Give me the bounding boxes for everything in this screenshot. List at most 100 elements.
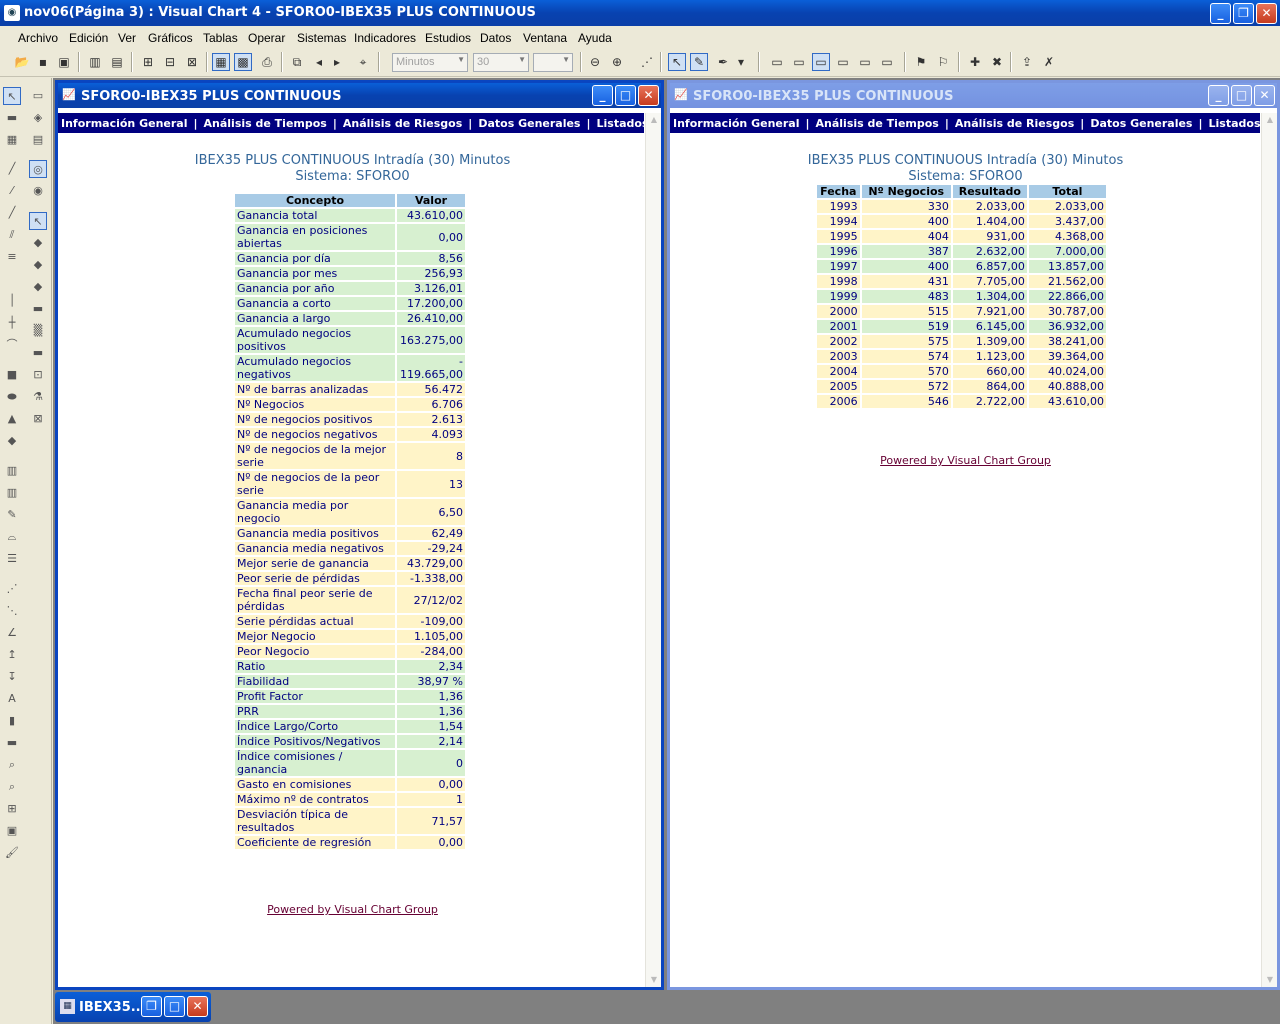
visual-chart-app-icon[interactable]: ◉ (4, 5, 20, 21)
save-icon[interactable]: ▪ (34, 53, 52, 71)
chevron-down-icon[interactable]: ▾ (732, 53, 750, 71)
nav-datos-generales[interactable]: Datos Generales (1090, 117, 1192, 130)
text-tool-icon[interactable]: A (3, 690, 21, 708)
bar-shape-icon[interactable]: ▮ (3, 712, 21, 730)
diamond-third-icon[interactable]: ◆ (29, 278, 47, 296)
child-maximize-button[interactable]: □ (615, 85, 636, 106)
save-all-icon[interactable]: ▣ (55, 53, 73, 71)
app-titlebar[interactable]: ◉ nov06(Página 3) : Visual Chart 4 - SFO… (0, 0, 1280, 26)
zoom-fit-icon[interactable]: ⊞ (3, 800, 21, 818)
zoom-in-icon[interactable]: ⊕ (608, 53, 626, 71)
angle-icon[interactable]: ∠ (3, 624, 21, 642)
scroll-down-arrow-icon[interactable]: ▼ (647, 973, 661, 987)
system-remove-icon[interactable]: ⚐ (934, 53, 952, 71)
nav-analisis-riesgos[interactable]: Análisis de Riesgos (343, 117, 462, 130)
close-button[interactable]: ✕ (1256, 3, 1277, 24)
crosshair-icon[interactable]: ⌖ (354, 53, 372, 71)
diamond-alt-icon[interactable]: ◆ (29, 256, 47, 274)
interval-combo[interactable]: Minutos ▼ (392, 53, 468, 72)
magnet-icon[interactable]: ◎ (29, 160, 47, 178)
report-window-right-titlebar[interactable]: 📈 SFORO0-IBEX35 PLUS CONTINUOUS _ □ ✕ (670, 83, 1277, 108)
minimized-maximize-button[interactable]: □ (164, 996, 185, 1017)
arrow-down-icon[interactable]: ↧ (3, 668, 21, 686)
window-layout-2-icon[interactable]: ▭ (790, 53, 808, 71)
channel-icon[interactable]: ⫽ (3, 226, 21, 244)
scroll-left-icon[interactable]: ◂ (310, 53, 328, 71)
eraser-icon[interactable]: ▬ (3, 109, 21, 127)
child-minimize-button[interactable]: _ (592, 85, 613, 106)
nav-analisis-riesgos[interactable]: Análisis de Riesgos (955, 117, 1074, 130)
arrow-up-icon[interactable]: ↥ (3, 646, 21, 664)
window-layout-6-icon[interactable]: ▭ (878, 53, 896, 71)
menu-datos[interactable]: Datos (480, 31, 511, 45)
menu-ventana[interactable]: Ventana (523, 31, 567, 45)
grid-tool-alt-icon[interactable]: ▩ (234, 53, 252, 71)
menu-archivo[interactable]: Archivo (18, 31, 58, 45)
bar-chart-icon[interactable]: ▥ (86, 53, 104, 71)
period-combo[interactable]: 30 ▼ (473, 53, 529, 72)
brush-icon[interactable]: 🖌 (3, 844, 21, 862)
nav-informacion-general[interactable]: Información General (61, 117, 187, 130)
rectangle-shape-icon[interactable]: ▬ (3, 734, 21, 752)
columns-alt-icon[interactable]: ▥ (3, 484, 21, 502)
ellipse-icon[interactable]: ⬬ (3, 388, 21, 406)
pencil-chart-icon[interactable]: ✎ (3, 506, 21, 524)
fan-icon[interactable]: ⋱ (3, 602, 21, 620)
select-arrow-icon[interactable]: ↖ (3, 87, 21, 105)
vertical-scrollbar[interactable]: ▲ ▼ (645, 113, 661, 987)
chart-line-icon[interactable]: ⋰ (638, 53, 656, 71)
nav-datos-generales[interactable]: Datos Generales (478, 117, 580, 130)
eye-icon[interactable]: ◉ (29, 182, 47, 200)
table-icon[interactable]: ▤ (29, 131, 47, 149)
child-minimize-button[interactable]: _ (1208, 85, 1229, 106)
ray-icon[interactable]: ⁄ (3, 182, 21, 200)
menu-graficos[interactable]: Gráficos (148, 31, 193, 45)
indicator-add-icon[interactable]: ✚ (966, 53, 984, 71)
menu-indicadores[interactable]: Indicadores (354, 31, 416, 45)
folder-study-icon[interactable]: ⊠ (183, 53, 201, 71)
pointer-tool-icon[interactable]: ↖ (668, 53, 686, 71)
vertical-line-icon[interactable]: │ (3, 292, 21, 310)
segment-icon[interactable]: ╱ (3, 204, 21, 222)
curve-icon[interactable]: ⌒ (3, 336, 21, 354)
flask-icon[interactable]: ⚗ (29, 388, 47, 406)
folder-chart-icon[interactable]: ⊞ (139, 53, 157, 71)
print-icon[interactable]: ⎙ (258, 53, 276, 71)
menu-edicion[interactable]: Edición (69, 31, 108, 45)
window-layout-4-icon[interactable]: ▭ (834, 53, 852, 71)
menu-ver[interactable]: Ver (118, 31, 136, 45)
close-box-icon[interactable]: ⊠ (29, 410, 47, 428)
window-layout-1-icon[interactable]: ▭ (768, 53, 786, 71)
delete-icon[interactable]: ✗ (1040, 53, 1058, 71)
report-window-left-titlebar[interactable]: 📈 SFORO0-IBEX35 PLUS CONTINUOUS _ □ ✕ (58, 83, 661, 108)
pen-icon[interactable]: ✒ (714, 53, 732, 71)
restore-button[interactable]: ❐ (1233, 3, 1254, 24)
cross-icon[interactable]: ┼ (3, 314, 21, 332)
menu-tablas[interactable]: Tablas (203, 31, 238, 45)
folder-system-icon[interactable]: ⊟ (161, 53, 179, 71)
powered-by-link[interactable]: Powered by Visual Chart Group (670, 454, 1261, 467)
layers-icon[interactable]: ◈ (29, 109, 47, 127)
rectangle-dark-icon[interactable]: ▬ (29, 344, 47, 362)
diamond-icon[interactable]: ◆ (29, 234, 47, 252)
menu-ayuda[interactable]: Ayuda (578, 31, 612, 45)
triangle-icon[interactable]: ▲ (3, 410, 21, 428)
rectangle-fill-icon[interactable]: ▬ (29, 300, 47, 318)
powered-by-link[interactable]: Powered by Visual Chart Group (58, 903, 647, 916)
grid-tool-icon[interactable]: ▦ (212, 53, 230, 71)
zoom-out-icon[interactable]: ⊖ (586, 53, 604, 71)
nav-informacion-general[interactable]: Información General (673, 117, 799, 130)
rectangle-pattern-icon[interactable]: ▒ (29, 322, 47, 340)
vertical-scrollbar[interactable]: ▲ ▼ (1261, 113, 1277, 987)
indicator-remove-icon[interactable]: ✖ (988, 53, 1006, 71)
bar-chart-alt-icon[interactable]: ▤ (108, 53, 126, 71)
nav-analisis-tiempos[interactable]: Análisis de Tiempos (816, 117, 939, 130)
minimized-window[interactable]: ▦ IBEX35... ❐ □ ✕ (55, 992, 211, 1022)
child-close-button[interactable]: ✕ (1254, 85, 1275, 106)
system-icon[interactable]: ⚑ (912, 53, 930, 71)
report-window-left[interactable]: 📈 SFORO0-IBEX35 PLUS CONTINUOUS _ □ ✕ In… (55, 80, 664, 990)
chart-box-icon[interactable]: ▣ (3, 822, 21, 840)
minimized-close-button[interactable]: ✕ (187, 996, 208, 1017)
grid-icon[interactable]: ▦ (3, 131, 21, 149)
minimize-button[interactable]: _ (1210, 3, 1231, 24)
